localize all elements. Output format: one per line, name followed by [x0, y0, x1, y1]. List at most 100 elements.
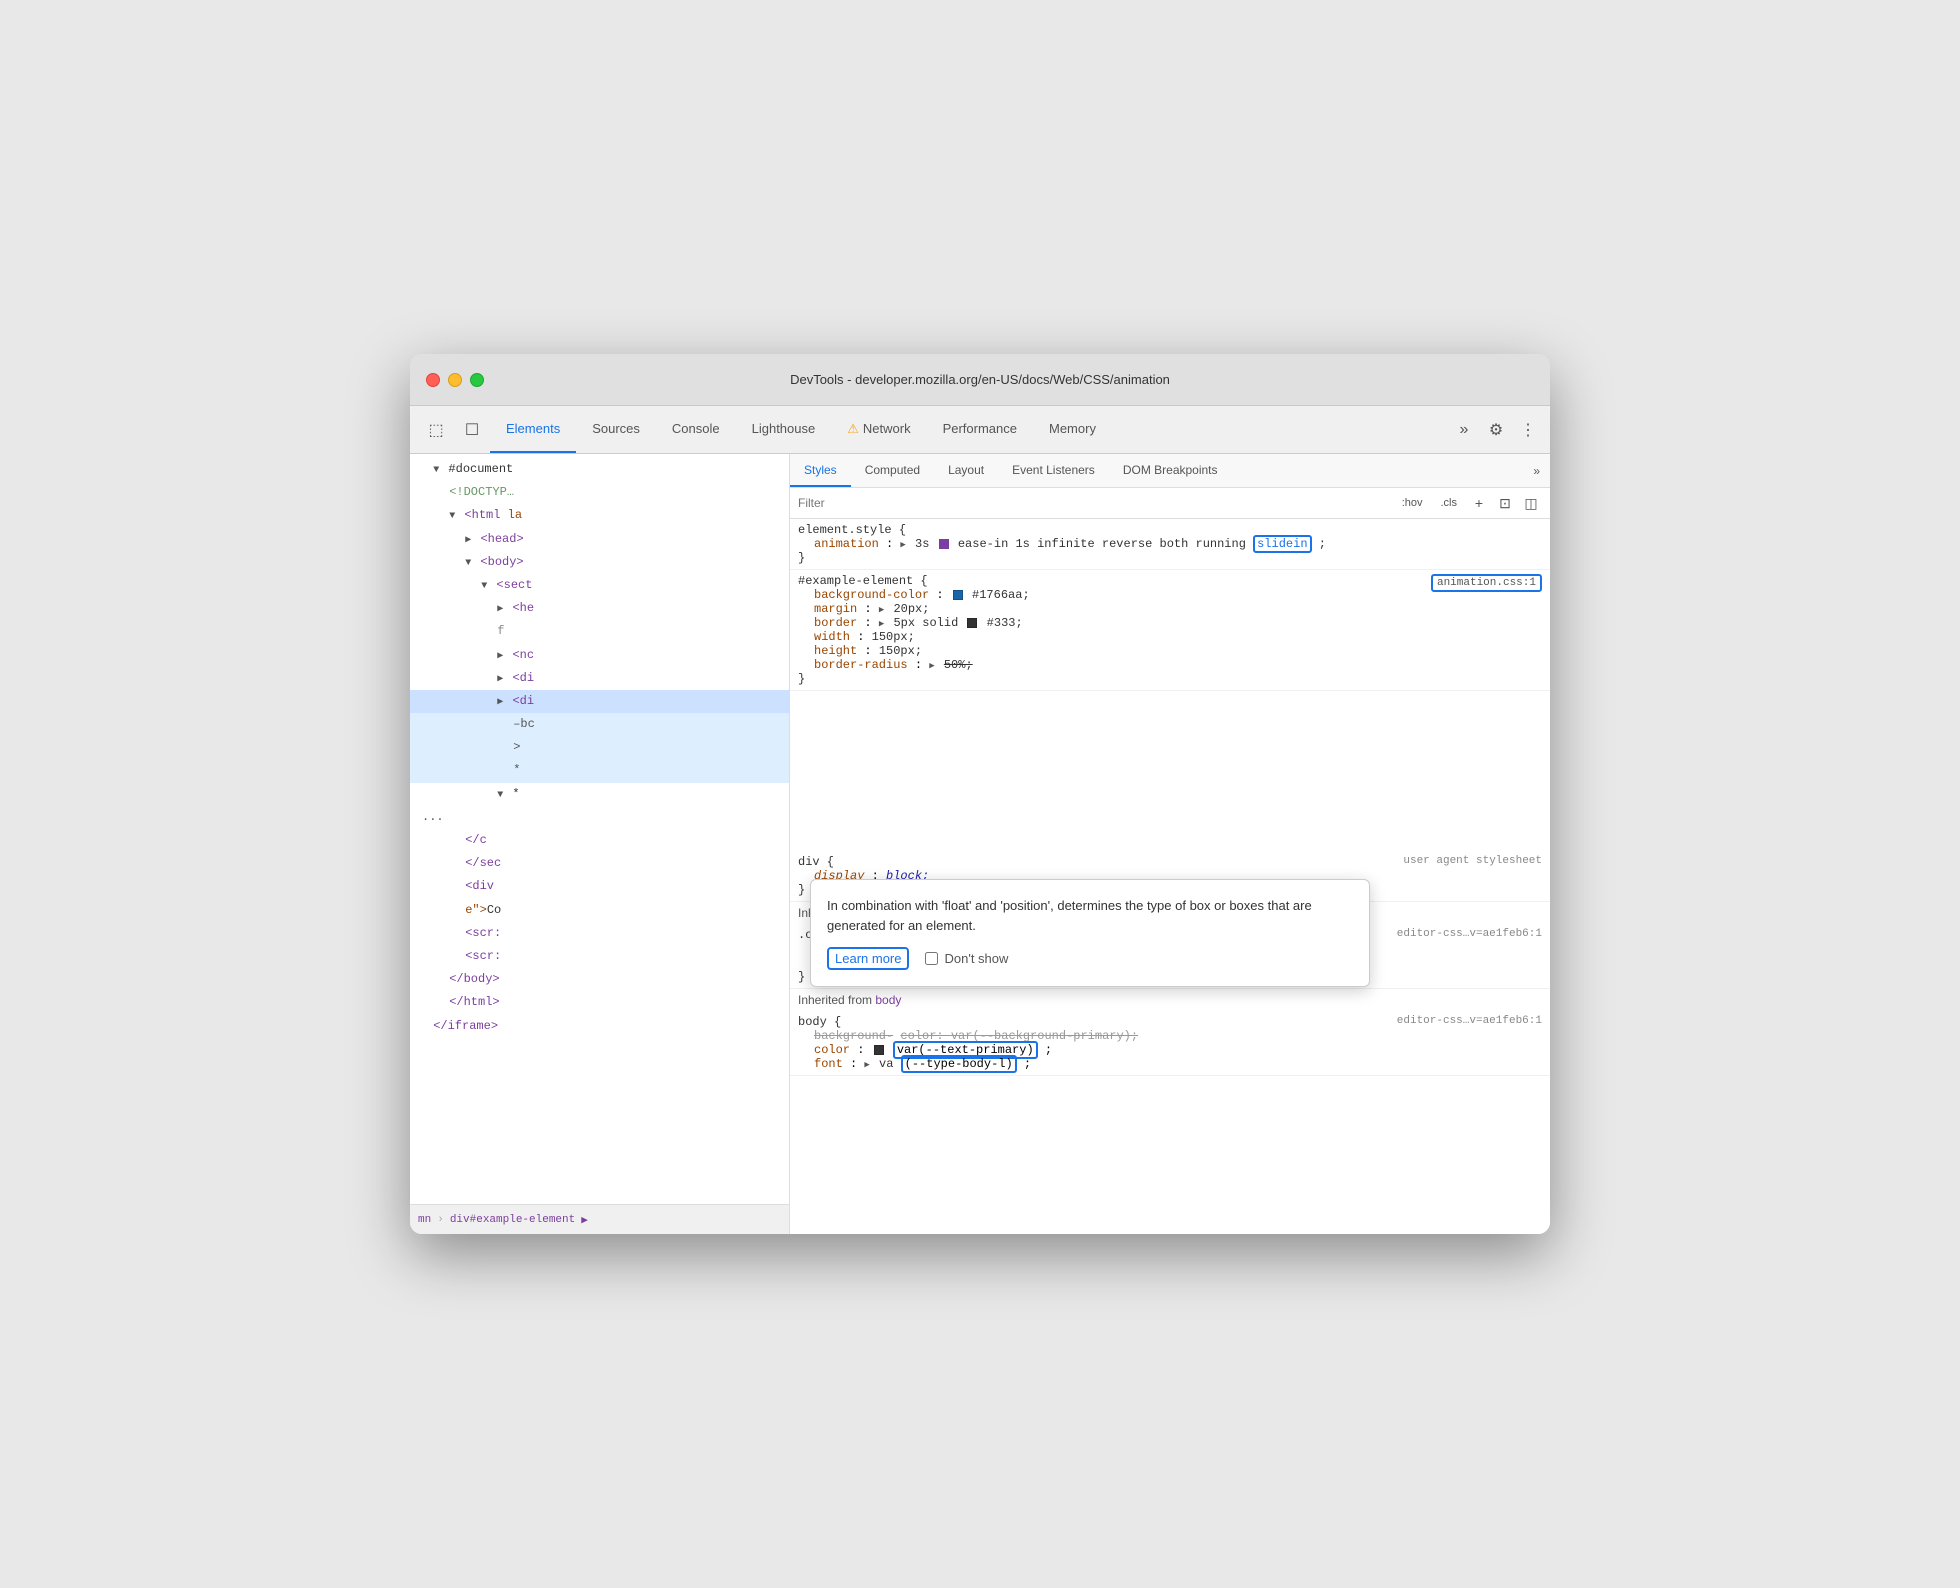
dom-line: </sec	[410, 852, 789, 875]
filter-input[interactable]	[798, 496, 1389, 510]
tab-network[interactable]: ⚠ Network	[831, 406, 926, 453]
styles-tab-bar: Styles Computed Layout Event Listeners D…	[790, 454, 1550, 488]
warning-icon: ⚠	[847, 421, 859, 437]
css-prop-animation: animation : ▶ 3s ease-in 1s infinite rev…	[798, 537, 1542, 551]
css-selector-element-style: element.style {	[798, 523, 1542, 537]
close-panel-button[interactable]: ◫	[1520, 492, 1542, 514]
border-expand[interactable]: ▶	[879, 619, 884, 629]
prop-border-radius: border-radius : ▶ 50%;	[814, 658, 1542, 672]
tab-computed[interactable]: Computed	[851, 454, 934, 487]
close-button[interactable]	[426, 373, 440, 387]
tab-console[interactable]: Console	[656, 406, 736, 453]
font-expand[interactable]: ▶	[864, 1060, 869, 1070]
tooltip-footer: Learn more Don't show	[827, 947, 1353, 970]
dom-line: ▶ <head>	[410, 528, 789, 551]
tab-styles[interactable]: Styles	[790, 454, 851, 487]
border-radius-expand[interactable]: ▶	[929, 661, 934, 671]
body-css-source[interactable]: editor-css…v=ae1feb6:1	[1397, 1015, 1542, 1027]
dom-line: –bc	[410, 713, 789, 736]
dom-panel: ▼ #document <!DOCTYP… ▼ <html la ▶ <head…	[410, 454, 790, 1234]
styles-panel: Styles Computed Layout Event Listeners D…	[790, 454, 1550, 1234]
dom-ellipsis: ...	[410, 806, 789, 829]
slidein-highlighted: slidein	[1253, 535, 1311, 553]
devtools-window: DevTools - developer.mozilla.org/en-US/d…	[410, 354, 1550, 1234]
breadcrumb-element[interactable]: div#example-element	[450, 1214, 575, 1226]
prop-height: height : 150px;	[814, 644, 1542, 658]
dont-show-checkbox[interactable]	[925, 952, 938, 965]
inherited-body-ref[interactable]: body	[875, 993, 901, 1007]
tab-layout[interactable]: Layout	[934, 454, 998, 487]
hov-button[interactable]: :hov	[1395, 494, 1430, 512]
dom-line: </html>	[410, 991, 789, 1014]
dom-line: <!DOCTYP…	[410, 481, 789, 504]
dom-line: ▼ #document	[410, 458, 789, 481]
css-rule-body: body { editor-css…v=ae1feb6:1 background…	[790, 1011, 1550, 1076]
tooltip-text: In combination with 'float' and 'positio…	[827, 896, 1353, 935]
inherited-from-body: Inherited from body	[790, 989, 1550, 1011]
dom-line: ▶ <di	[410, 667, 789, 690]
prop-margin: margin : ▶ 20px;	[814, 602, 1542, 616]
tab-lighthouse[interactable]: Lighthouse	[736, 406, 832, 453]
dom-line: >	[410, 736, 789, 759]
dom-line-selected: ▶ <di	[410, 690, 789, 713]
tab-dom-breakpoints[interactable]: DOM Breakpoints	[1109, 454, 1232, 487]
inspect-icon[interactable]: ☐	[454, 406, 490, 453]
animation-color-swatch[interactable]	[939, 539, 949, 549]
user-agent-note: user agent stylesheet	[1403, 855, 1542, 867]
toggle-panel-button[interactable]: ⊡	[1494, 492, 1516, 514]
body-color-swatch[interactable]	[874, 1045, 884, 1055]
dom-line: ▼ <html la	[410, 504, 789, 527]
dom-line: ▶ <nc	[410, 644, 789, 667]
animation-expand[interactable]: ▶	[900, 540, 905, 550]
styles-content[interactable]: element.style { animation : ▶ 3s ease-in…	[790, 519, 1550, 1234]
menu-button[interactable]: ⋮	[1514, 416, 1542, 444]
dom-line: ▼ *	[410, 783, 789, 806]
dom-line: </c	[410, 829, 789, 852]
filter-actions: :hov .cls + ⊡ ◫	[1395, 492, 1542, 514]
styles-more-tabs[interactable]: »	[1523, 454, 1550, 487]
dont-show-label: Don't show	[925, 951, 1008, 966]
prop-width: width : 150px;	[814, 630, 1542, 644]
bg-color-swatch[interactable]	[953, 590, 963, 600]
prop-border: border : ▶ 5px solid #333;	[814, 616, 1542, 630]
margin-expand[interactable]: ▶	[879, 605, 884, 615]
tab-performance[interactable]: Performance	[927, 406, 1033, 453]
tab-event-listeners[interactable]: Event Listeners	[998, 454, 1109, 487]
learn-more-link[interactable]: Learn more	[827, 947, 909, 970]
dom-line: <div	[410, 875, 789, 898]
devtools-tab-bar: ⬚ ☐ Elements Sources Console Lighthouse …	[410, 406, 1550, 454]
cls-button[interactable]: .cls	[1434, 494, 1465, 512]
dom-line: f	[410, 620, 789, 643]
title-bar: DevTools - developer.mozilla.org/en-US/d…	[410, 354, 1550, 406]
maximize-button[interactable]	[470, 373, 484, 387]
dom-line: ▼ <sect	[410, 574, 789, 597]
dom-line: </iframe>	[410, 1015, 789, 1038]
dom-line: ▼ <body>	[410, 551, 789, 574]
breadcrumb-mn: mn	[418, 1214, 431, 1226]
settings-button[interactable]: ⚙	[1482, 416, 1510, 444]
tab-memory[interactable]: Memory	[1033, 406, 1112, 453]
font-value-highlighted: (--type-body-l)	[901, 1055, 1017, 1073]
add-style-button[interactable]: +	[1468, 492, 1490, 514]
tab-elements[interactable]: Elements	[490, 406, 576, 453]
animation-css-source[interactable]: animation.css:1	[1431, 574, 1542, 592]
minimize-button[interactable]	[448, 373, 462, 387]
css-selector-body: body { editor-css…v=ae1feb6:1	[798, 1015, 1542, 1029]
border-color-swatch[interactable]	[967, 618, 977, 628]
devtools-body: ▼ #document <!DOCTYP… ▼ <html la ▶ <head…	[410, 454, 1550, 1234]
dom-line: *	[410, 759, 789, 782]
dom-line: <scr:	[410, 922, 789, 945]
output-css-source[interactable]: editor-css…v=ae1feb6:1	[1397, 928, 1542, 940]
dom-breadcrumb: mn › div#example-element ▶	[410, 1204, 789, 1234]
cursor-icon[interactable]: ⬚	[418, 406, 454, 453]
dom-line: e">Co	[410, 899, 789, 922]
traffic-lights	[426, 373, 484, 387]
dom-line: ▶ <he	[410, 597, 789, 620]
tab-sources[interactable]: Sources	[576, 406, 656, 453]
more-tabs-button[interactable]: »	[1450, 416, 1478, 444]
dom-line: <scr:	[410, 945, 789, 968]
tab-end-controls: » ⚙ ⋮	[1450, 406, 1542, 453]
dom-tree[interactable]: ▼ #document <!DOCTYP… ▼ <html la ▶ <head…	[410, 454, 789, 1204]
filter-bar: :hov .cls + ⊡ ◫	[790, 488, 1550, 519]
css-selector-example: #example-element { animation.css:1	[798, 574, 1542, 588]
